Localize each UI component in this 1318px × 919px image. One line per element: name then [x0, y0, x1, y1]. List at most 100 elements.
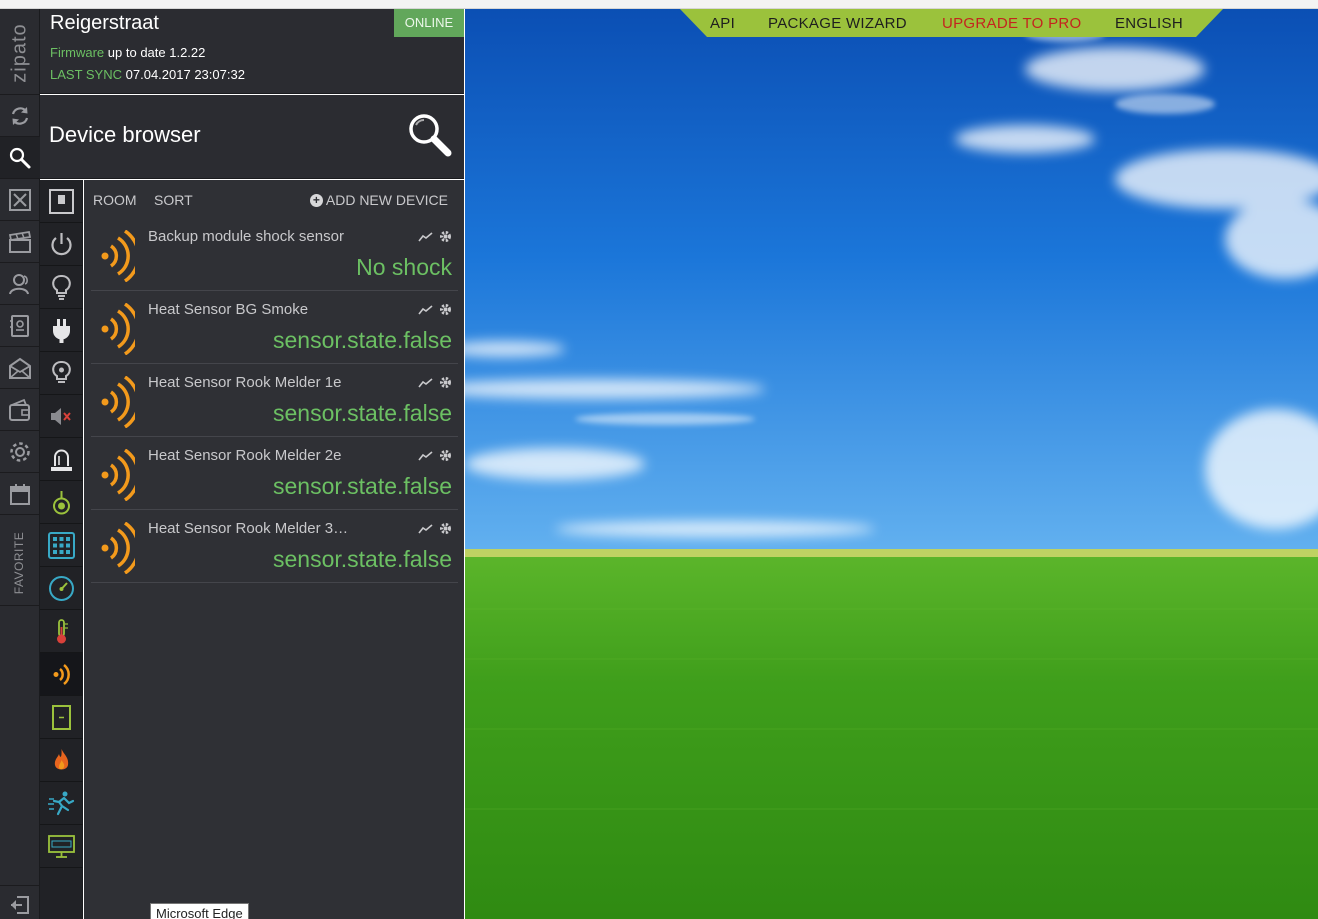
device-actions: [418, 303, 452, 316]
settings-button[interactable]: [0, 431, 40, 473]
switch-panel-icon: [49, 189, 74, 214]
contacts-button[interactable]: [0, 305, 40, 347]
nav-package-wizard-link[interactable]: PACKAGE WIZARD: [768, 15, 907, 32]
chart-icon[interactable]: [418, 377, 433, 388]
device-state: sensor.state.false: [273, 546, 452, 572]
category-all[interactable]: [40, 180, 83, 223]
dimmer-bulb-icon: [52, 360, 71, 383]
siren-icon: [51, 449, 72, 471]
category-alarm[interactable]: [40, 438, 83, 481]
category-plugs[interactable]: [40, 309, 83, 352]
device-list-panel: ROOM SORT + ADD NEW DEVICE Backup module…: [84, 180, 464, 919]
wireless-sensor-icon: [101, 302, 141, 356]
gear-icon[interactable]: [439, 449, 452, 462]
running-man-icon: [48, 791, 75, 816]
logout-button[interactable]: [0, 885, 40, 919]
zipato-logo[interactable]: zipato: [0, 9, 40, 95]
browser-top-edge: [0, 0, 1318, 9]
chart-icon[interactable]: [418, 304, 433, 315]
main-sidebar: zipato FAVORITE: [0, 9, 40, 919]
chart-icon[interactable]: [418, 523, 433, 534]
device-actions: [418, 449, 452, 462]
category-meters[interactable]: [40, 567, 83, 610]
device-row[interactable]: Backup module shock sensor No shock: [91, 218, 458, 291]
room-filter-button[interactable]: ROOM: [93, 192, 137, 208]
category-power[interactable]: [40, 223, 83, 266]
device-name[interactable]: Heat Sensor BG Smoke: [148, 301, 403, 318]
desktop-background: [465, 9, 1318, 919]
contacts-icon: [10, 315, 29, 337]
chart-icon[interactable]: [418, 231, 433, 242]
device-browser-button[interactable]: [0, 137, 40, 179]
device-state: sensor.state.false: [273, 473, 452, 499]
category-http[interactable]: [40, 825, 83, 868]
http-monitor-icon: [48, 835, 75, 858]
keypad-icon: [48, 532, 75, 559]
device-name[interactable]: Heat Sensor Rook Melder 3…: [148, 520, 403, 537]
sync-button[interactable]: [0, 95, 40, 137]
category-dimmers[interactable]: [40, 352, 83, 395]
category-temperature[interactable]: [40, 610, 83, 653]
device-row[interactable]: Heat Sensor Rook Melder 3… sensor.state.f…: [91, 510, 458, 583]
device-name[interactable]: Backup module shock sensor: [148, 228, 403, 245]
category-security-sensors[interactable]: [40, 653, 83, 696]
category-keypad[interactable]: [40, 524, 83, 567]
device-type-icon: [97, 302, 141, 360]
device-actions: [418, 376, 452, 389]
gear-icon[interactable]: [439, 303, 452, 316]
device-type-icon: [97, 521, 141, 579]
category-doors[interactable]: [40, 696, 83, 739]
device-state: No shock: [356, 254, 452, 280]
device-row[interactable]: Heat Sensor Rook Melder 2e sensor.state.f…: [91, 437, 458, 510]
rules-button[interactable]: [0, 179, 40, 221]
wallet-icon: [9, 398, 30, 421]
nav-language-select[interactable]: ENGLISH: [1115, 15, 1183, 32]
top-navigation: API PACKAGE WIZARD UPGRADE TO PRO ENGLIS…: [680, 9, 1223, 37]
device-row[interactable]: Heat Sensor Rook Melder 1e sensor.state.f…: [91, 364, 458, 437]
users-button[interactable]: [0, 263, 40, 305]
device-state: sensor.state.false: [273, 327, 452, 353]
thermometer-icon: [57, 619, 68, 644]
search-icon[interactable]: [406, 111, 454, 159]
firmware-label: Firmware: [50, 45, 105, 60]
add-device-label: ADD NEW DEVICE: [325, 192, 448, 208]
power-icon: [51, 233, 72, 256]
meter-dial-icon: [49, 576, 74, 601]
grid-icon: [9, 189, 31, 211]
sort-button[interactable]: SORT: [154, 192, 193, 208]
gauge-sensor-icon: [53, 491, 70, 515]
nav-api-link[interactable]: API: [710, 15, 735, 32]
gear-icon[interactable]: [439, 376, 452, 389]
messages-icon: [9, 357, 31, 379]
add-icon: +: [309, 193, 323, 207]
calendar-button[interactable]: [0, 473, 40, 515]
users-icon: [9, 274, 29, 295]
device-name[interactable]: Heat Sensor Rook Melder 2e: [148, 447, 403, 464]
favorite-tab[interactable]: FAVORITE: [0, 520, 40, 606]
device-name[interactable]: Heat Sensor Rook Melder 1e: [148, 374, 403, 391]
chart-icon[interactable]: [418, 450, 433, 461]
gear-icon[interactable]: [439, 522, 452, 535]
device-row[interactable]: Heat Sensor BG Smoke sensor.state.false: [91, 291, 458, 364]
firmware-status: Firmware up to date 1.2.22: [50, 45, 205, 60]
plug-icon: [53, 319, 70, 343]
scenes-button[interactable]: [0, 221, 40, 263]
gear-icon[interactable]: [439, 230, 452, 243]
messages-button[interactable]: [0, 347, 40, 389]
category-fire[interactable]: [40, 739, 83, 782]
category-sensors-level[interactable]: [40, 481, 83, 524]
speaker-mute-icon: [51, 408, 71, 425]
category-audio[interactable]: [40, 395, 83, 438]
calendar-icon: [10, 484, 30, 505]
category-lights[interactable]: [40, 266, 83, 309]
settings-icon: [10, 442, 30, 462]
device-type-icon: [97, 448, 141, 506]
category-motion[interactable]: [40, 782, 83, 825]
wireless-sensor-icon: [53, 664, 70, 685]
add-device-button[interactable]: + ADD NEW DEVICE: [309, 192, 448, 208]
location-name[interactable]: Reigerstraat: [50, 12, 159, 35]
nav-upgrade-link[interactable]: UPGRADE TO PRO: [942, 15, 1082, 32]
door-icon: [52, 705, 71, 730]
wallet-button[interactable]: [0, 389, 40, 431]
status-badge: ONLINE: [394, 9, 464, 37]
